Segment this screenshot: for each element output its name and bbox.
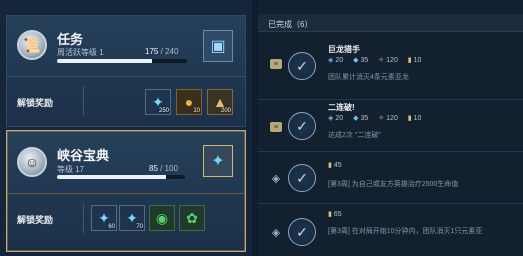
mission-progress-bar (57, 59, 187, 63)
rank-up-icon[interactable]: ▲ 200 (207, 89, 233, 115)
blue-essence-icon: ◆ (353, 57, 359, 64)
divider (83, 203, 84, 233)
diamond-icon: ◈ (271, 226, 281, 239)
mission-title: 任务 (57, 32, 84, 47)
valley-progress-text: 85 / 100 (149, 164, 178, 173)
xp-icon: ✧ (378, 57, 385, 64)
token-icon: ▮ (407, 57, 412, 64)
list-item[interactable]: ≡ ✓ 巨龙猎手 ◈ 20 ◆ 35 ✧ 120 ▮ 10 团队累计消灭4条元素亚龙 (258, 34, 523, 100)
list-item[interactable]: ◈ ✓ ▮ 45 [第3周] 为自己或友方英雄治疗2500生命值 (258, 152, 523, 204)
list-item[interactable]: ≡ ✓ 二连破! ◈ 20 ◆ 35 ✧ 120 ▮ 10 达成2次 "二连破" (258, 100, 523, 152)
valley-subtitle: 等级 17 (57, 165, 85, 174)
crystal-icon: ◈ (328, 57, 334, 64)
task-description: [第3周] 为自己或友方英雄治疗2500生命值 (328, 181, 459, 188)
completed-list: 已完成（6） ≡ ✓ 巨龙猎手 ◈ 20 ◆ 35 ✧ 120 ▮ 10 团队累计消灭4… (258, 0, 523, 256)
valley-progress-bar (57, 175, 185, 179)
valley-title: 峡谷宝典 (57, 148, 110, 163)
check-icon: ✓ (288, 218, 316, 246)
task-rewards: ◈ 20 ◆ 35 ✧ 120 ▮ 10 (328, 57, 422, 64)
blue-essence-icon: ◆ (353, 115, 359, 122)
green-token-icon[interactable]: ◉ (149, 205, 175, 231)
mission-chest-icon[interactable]: ▣ (203, 30, 233, 62)
mission-subtitle: 周活跃等级 1 (57, 48, 104, 57)
crystal-reward-icon[interactable]: ✦ (203, 145, 233, 177)
divider (7, 76, 245, 77)
task-description: 达成2次 "二连破" (328, 132, 381, 139)
completed-header: 已完成（6） (258, 14, 523, 32)
scroll-emblem-icon: 📜 (17, 30, 47, 60)
task-rewards: ▮ 65 (328, 211, 342, 218)
flower-icon[interactable]: ✿ (179, 205, 205, 231)
task-description: 团队累计消灭4条元素亚龙 (328, 74, 409, 81)
token-icon: ▮ (407, 115, 412, 122)
token-icon: ▮ (328, 162, 332, 169)
divider (83, 86, 84, 116)
check-icon: ✓ (288, 164, 316, 192)
list-item[interactable]: ◈ ✓ ▮ 65 [第3周] 在对局开始10分钟内，团队消灭1只元素亚 (258, 204, 523, 256)
left-panel: 📜 任务 周活跃等级 1 175 / 240 ▣ 解锁奖励 ✦ 250 ● 10 ▲… (0, 0, 252, 256)
scroll-icon: ≡ (270, 59, 282, 69)
valley-emblem-icon: ☺ (17, 147, 47, 177)
crystal-icon[interactable]: ✦ 70 (119, 205, 145, 231)
valley-progress-fill (57, 175, 166, 179)
crystal-icon[interactable]: ✦ 60 (91, 205, 117, 231)
coin-icon[interactable]: ● 10 (176, 89, 202, 115)
crystal-icon: ◈ (328, 115, 334, 122)
scroll-icon: ≡ (270, 122, 282, 132)
check-icon: ✓ (288, 112, 316, 140)
mission-panel[interactable]: 📜 任务 周活跃等级 1 175 / 240 ▣ 解锁奖励 ✦ 250 ● 10 ▲… (6, 15, 246, 127)
token-icon: ▮ (328, 211, 332, 218)
crystal-icon[interactable]: ✦ 250 (145, 89, 171, 115)
task-name: 二连破! (328, 103, 355, 112)
xp-icon: ✧ (378, 115, 385, 122)
task-name: 巨龙猎手 (328, 45, 360, 54)
mission-unlock-label: 解锁奖励 (17, 98, 54, 108)
valley-panel[interactable]: ☺ 峡谷宝典 等级 17 85 / 100 ✦ 解锁奖励 ✦ 60 ✦ 70 ◉ ✿ (6, 130, 246, 252)
check-icon: ✓ (288, 52, 316, 80)
divider (7, 193, 245, 194)
valley-unlock-label: 解锁奖励 (17, 215, 54, 225)
task-rewards: ▮ 45 (328, 162, 342, 169)
task-description: [第3周] 在对局开始10分钟内，团队消灭1只元素亚 (328, 228, 483, 235)
task-rewards: ◈ 20 ◆ 35 ✧ 120 ▮ 10 (328, 115, 422, 122)
mission-progress-text: 175 / 240 (145, 47, 179, 56)
diamond-icon: ◈ (271, 172, 281, 185)
mission-progress-fill (57, 59, 152, 63)
